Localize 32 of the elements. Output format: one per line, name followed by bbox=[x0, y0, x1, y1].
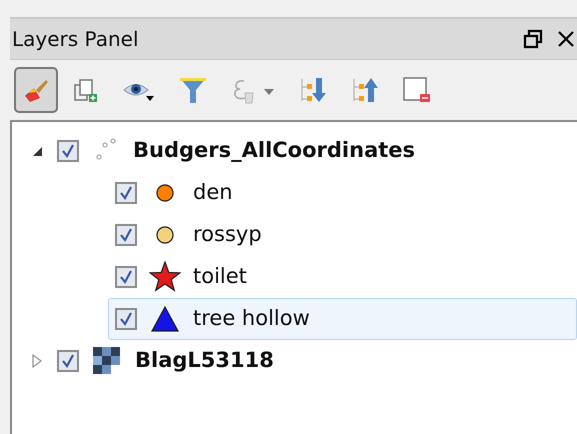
layer-checkbox[interactable] bbox=[115, 182, 137, 204]
legend-label: den bbox=[193, 179, 233, 206]
checkmark-icon bbox=[60, 143, 76, 159]
remove-layer-icon bbox=[402, 75, 432, 105]
legend-label: tree hollow bbox=[193, 305, 310, 332]
legend-row[interactable]: rossyp bbox=[108, 214, 577, 256]
toolbar-button[interactable] bbox=[14, 67, 58, 113]
layer-row[interactable]: Budgers_AllCoordinates bbox=[12, 130, 577, 172]
panel-title: Layers Panel bbox=[12, 26, 140, 53]
legend-row[interactable]: tree hollow bbox=[108, 298, 577, 340]
legend-label: rossyp bbox=[193, 221, 262, 248]
layer-checkbox[interactable] bbox=[57, 140, 79, 162]
close-icon[interactable] bbox=[557, 30, 575, 48]
filter-icon bbox=[178, 75, 208, 105]
raster-layer-icon bbox=[93, 347, 121, 375]
legend-label: toilet bbox=[193, 263, 247, 290]
expand-arrow-icon[interactable] bbox=[31, 354, 43, 368]
checkmark-icon bbox=[118, 227, 134, 243]
checkmark-icon bbox=[118, 185, 134, 201]
layer-checkbox[interactable] bbox=[115, 266, 137, 288]
layer-checkbox[interactable] bbox=[57, 350, 79, 372]
layer-checkbox[interactable] bbox=[115, 224, 137, 246]
layer-checkbox[interactable] bbox=[115, 308, 137, 330]
checkmark-icon bbox=[118, 269, 134, 285]
layer-name: Budgers_AllCoordinates bbox=[133, 137, 416, 164]
legend-row[interactable]: toilet bbox=[108, 256, 577, 298]
layer-name: BlagL53118 bbox=[135, 347, 274, 374]
float-window-icon[interactable] bbox=[523, 29, 543, 49]
layer-row[interactable]: BlagL53118 bbox=[12, 340, 577, 382]
legend-row[interactable]: den bbox=[108, 172, 577, 214]
checkmark-icon bbox=[60, 353, 76, 369]
checkmark-icon bbox=[118, 311, 134, 327]
